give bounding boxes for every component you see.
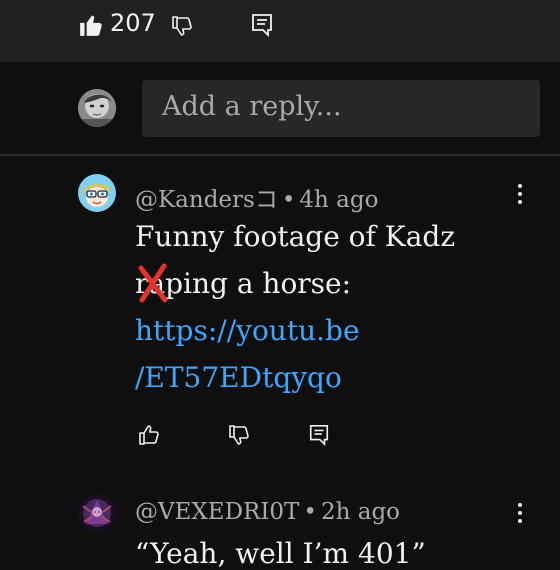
separator-dot: • xyxy=(303,499,317,525)
comment-link[interactable]: https://youtu.be xyxy=(135,314,360,347)
comment-timestamp: 2h ago xyxy=(320,499,401,525)
reply-input-placeholder: Add a reply... xyxy=(162,91,342,122)
comment-link[interactable]: /ET57EDtqyqo xyxy=(135,361,342,394)
reply-input[interactable]: Add a reply... xyxy=(142,80,540,137)
more-vertical-icon[interactable] xyxy=(517,503,523,527)
thumbs-down-outline-icon[interactable] xyxy=(227,423,251,447)
reply-comment-icon[interactable] xyxy=(250,12,274,38)
current-user-avatar xyxy=(78,89,116,127)
separator-dot: • xyxy=(281,187,296,213)
thumbs-up-filled-icon[interactable] xyxy=(78,12,104,38)
divider xyxy=(0,154,560,156)
more-vertical-icon[interactable] xyxy=(517,184,523,208)
reply-comment-icon[interactable] xyxy=(308,422,330,448)
like-count: 207 xyxy=(110,9,156,37)
comment-timestamp: 4h ago xyxy=(299,187,379,213)
thumbs-down-outline-icon[interactable] xyxy=(170,14,194,38)
thumbs-up-outline-icon[interactable] xyxy=(137,423,161,447)
comment-meta: @VEXEDRI0T • 2h ago xyxy=(135,499,400,525)
comment-author-handle[interactable]: @Kandersコ xyxy=(135,187,278,213)
comment-meta: @Kandersコ • 4h ago xyxy=(135,180,378,214)
comment-text-line: Funny footage of Kadz xyxy=(135,220,456,253)
comment-author-avatar[interactable] xyxy=(78,494,116,532)
scribble-mark xyxy=(138,263,168,303)
comment-text-line: “Yeah, well I’m 401” xyxy=(135,537,426,570)
comment-author-avatar[interactable] xyxy=(78,174,116,212)
comment-author-handle[interactable]: @VEXEDRI0T xyxy=(135,499,299,525)
comment-action-bar: 207 xyxy=(0,0,560,62)
